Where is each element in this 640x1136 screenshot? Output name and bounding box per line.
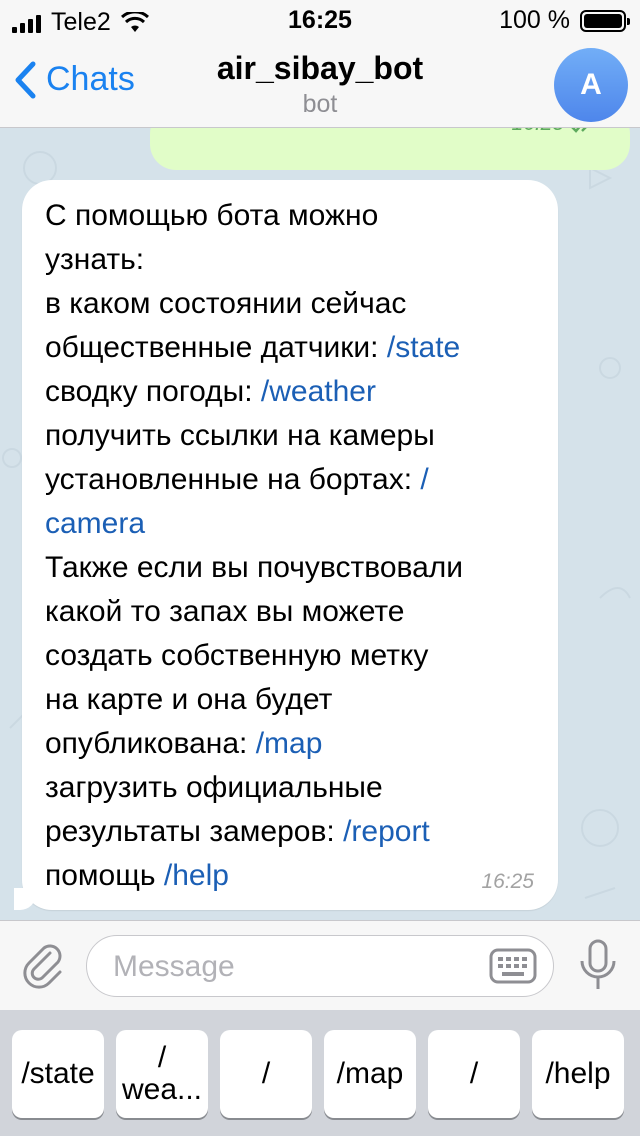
message-line-text: какой то запах вы можете [45, 595, 405, 628]
bot-command-link[interactable]: /help [164, 859, 229, 892]
message-line: в каком состоянии сейчас [45, 282, 545, 326]
keyboard-command-button[interactable]: / wea... [116, 1030, 208, 1118]
keyboard-command-button[interactable]: /map [324, 1030, 416, 1118]
message-line-text: сводку погоды: [45, 375, 261, 408]
message-line: общественные датчики: /state [45, 326, 545, 370]
message-line: какой то запах вы можете [45, 590, 545, 634]
battery-level [584, 13, 622, 28]
message-line-text: Также если вы почувствовали [45, 551, 464, 584]
message-line: помощь /help [45, 854, 545, 898]
message-time: 16:25 [481, 870, 534, 893]
message-line-text: результаты замеров: [45, 815, 344, 848]
chat-subtitle: bot [302, 90, 338, 118]
keyboard-command-button[interactable]: /state [12, 1030, 104, 1118]
message-line-text: опубликована: [45, 727, 256, 760]
bot-command-keyboard: /state / wea... //map //help [0, 1010, 640, 1136]
keyboard-command-button[interactable]: /help [532, 1030, 624, 1118]
status-bar: Tele2 16:25 100 % [0, 0, 640, 40]
message-line-text: общественные датчики: [45, 331, 387, 364]
message-line: результаты замеров: /report [45, 810, 545, 854]
chat-area[interactable]: 16:25 С помощью бота можно узнать: в каком… [0, 128, 640, 920]
message-line: сводку погоды: /weather [45, 370, 545, 414]
message-line-text: помощь [45, 859, 164, 892]
message-line: на карте и она будет [45, 678, 545, 722]
avatar[interactable]: A [554, 48, 628, 122]
battery-percentage: 100 % [499, 6, 570, 34]
message-line: Также если вы почувствовали [45, 546, 545, 590]
message-input[interactable] [111, 946, 475, 988]
incoming-message[interactable]: С помощью бота можно узнать: в каком состо… [14, 180, 558, 910]
message-line-text: загрузить официальные [45, 771, 383, 804]
double-check-icon [571, 128, 587, 133]
message-text: С помощью бота можно узнать: в каком состо… [45, 194, 545, 898]
message-line: получить ссылки на камеры [45, 414, 545, 458]
message-line: узнать: [45, 238, 545, 282]
bot-command-link[interactable]: /map [256, 727, 323, 760]
message-line-text: С помощью бота можно [45, 199, 379, 232]
attachment-icon[interactable] [20, 941, 68, 989]
message-field[interactable] [86, 935, 554, 997]
message-line-text: получить ссылки на камеры [45, 419, 435, 452]
keyboard-command-button[interactable]: / [428, 1030, 520, 1118]
message-line: С помощью бота можно [45, 194, 545, 238]
outgoing-message[interactable]: 16:25 [150, 128, 630, 170]
message-line-text: создать собственную метку [45, 639, 429, 672]
keyboard-command-button[interactable]: / [220, 1030, 312, 1118]
message-line: опубликована: /map [45, 722, 545, 766]
bot-command-link[interactable]: camera [45, 507, 145, 540]
message-line-text: установленные на бортах: [45, 463, 421, 496]
battery-icon [580, 9, 630, 32]
message-line: создать собственную метку [45, 634, 545, 678]
message-line: загрузить официальные [45, 766, 545, 810]
message-line: camera [45, 502, 545, 546]
bot-command-link[interactable]: / [420, 463, 428, 496]
chat-title: air_sibay_bot [216, 50, 424, 86]
bot-command-link[interactable]: /state [387, 331, 460, 364]
bot-command-link[interactable]: /report [343, 815, 430, 848]
bot-command-link[interactable]: /weather [261, 375, 376, 408]
message-line-text: узнать: [45, 243, 145, 276]
message-input-bar [0, 920, 640, 1010]
message-line-text: на карте и она будет [45, 683, 333, 716]
message-time: 16:25 [511, 128, 564, 136]
bot-keyboard-icon[interactable] [489, 948, 537, 984]
message-line-text: в каком состоянии сейчас [45, 287, 407, 320]
navigation-bar: Chats air_sibay_bot bot A [0, 40, 640, 128]
microphone-icon[interactable] [576, 939, 620, 991]
avatar-letter: A [580, 68, 602, 101]
message-line: установленные на бортах: / [45, 458, 545, 502]
